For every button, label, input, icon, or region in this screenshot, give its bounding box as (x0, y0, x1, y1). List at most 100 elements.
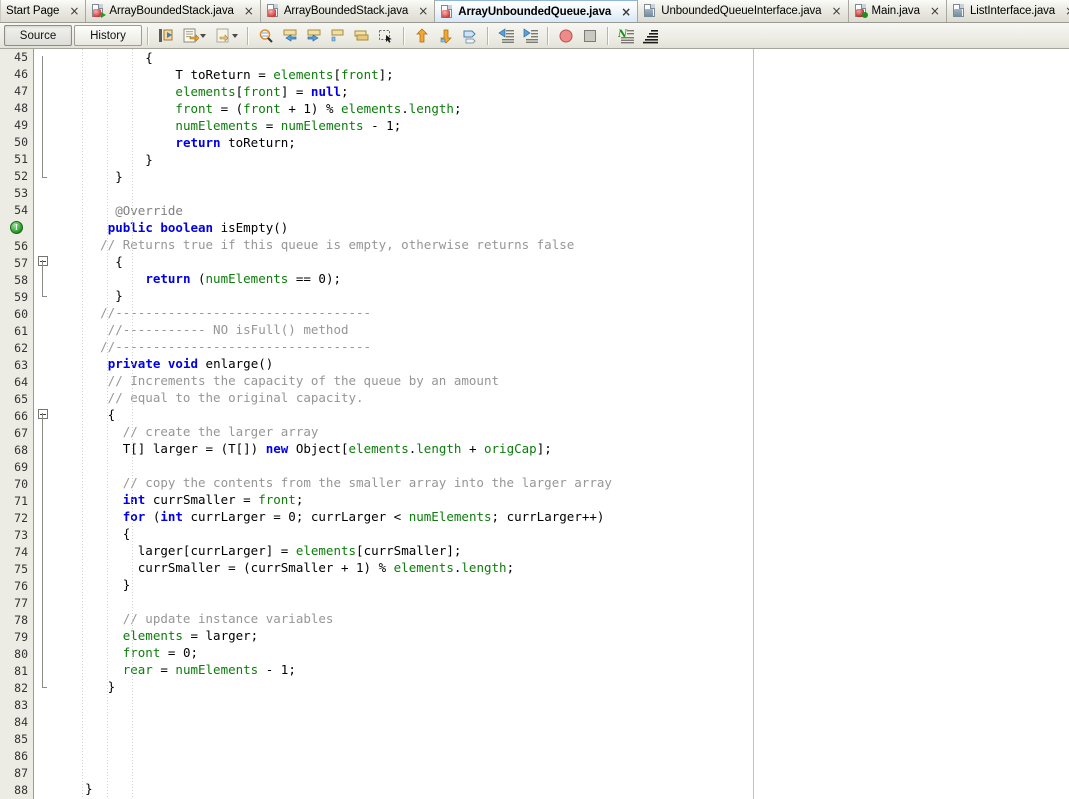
code-line[interactable] (55, 763, 1069, 780)
chevron-down-icon[interactable] (231, 33, 238, 38)
code-fold-gutter[interactable] (34, 49, 55, 799)
previous-bookmark-icon[interactable] (278, 24, 302, 47)
start-macro-recording-icon[interactable] (554, 24, 578, 47)
code-line[interactable]: // Increments the capacity of the queue … (55, 372, 1069, 389)
code-line[interactable]: // create the larger array (55, 423, 1069, 440)
comment-icon[interactable] (458, 24, 482, 47)
next-bookmark-icon[interactable] (302, 24, 326, 47)
code-line[interactable]: } (55, 151, 1069, 168)
code-token: numElements (205, 271, 289, 286)
code-line[interactable]: larger[currLarger] = elements[currSmalle… (55, 542, 1069, 559)
close-icon[interactable]: × (1065, 5, 1069, 17)
code-line[interactable]: for (int currLarger = 0; currLarger < nu… (55, 508, 1069, 525)
code-token: currSmaller = (145, 492, 259, 507)
editor-tab-arrayunboundedqueue-java[interactable]: ArrayUnboundedQueue.java × (435, 0, 639, 22)
code-line[interactable]: rear = numElements - 1; (55, 661, 1069, 678)
close-icon[interactable]: × (930, 5, 940, 17)
collapse-icon[interactable] (38, 409, 48, 419)
code-text-area[interactable]: { T toReturn = elements[front]; elements… (55, 49, 1069, 799)
code-line[interactable]: T[] larger = (T[]) new Object[elements.l… (55, 440, 1069, 457)
generate-code-icon[interactable] (210, 24, 242, 47)
fold-toggle[interactable] (34, 406, 54, 423)
close-icon[interactable]: × (831, 5, 841, 17)
code-line[interactable]: // copy the contents from the smaller ar… (55, 474, 1069, 491)
last-edit-icon[interactable] (154, 24, 178, 47)
code-line[interactable]: // Returns true if this queue is empty, … (55, 236, 1069, 253)
code-line[interactable]: public boolean isEmpty() (55, 219, 1069, 236)
code-token: numElements (175, 118, 259, 133)
code-token: //----------- NO isFull() method (55, 322, 349, 337)
chevron-down-icon[interactable] (199, 33, 206, 38)
code-line[interactable]: currSmaller = (currSmaller + 1) % elemen… (55, 559, 1069, 576)
previous-error-icon[interactable] (350, 24, 374, 47)
shift-line-down-icon[interactable] (434, 24, 458, 47)
editor-tab-arrayboundedstack-java[interactable]: ArrayBoundedStack.java × (86, 0, 261, 22)
code-line[interactable]: // equal to the original capacity. (55, 389, 1069, 406)
code-line[interactable] (55, 712, 1069, 729)
code-line[interactable] (55, 185, 1069, 202)
toggle-rectangular-selection-icon[interactable] (374, 24, 398, 47)
implements-method-icon[interactable]: I (0, 221, 33, 238)
refactor-icon[interactable] (178, 24, 210, 47)
tab-source[interactable]: Source (4, 25, 72, 46)
inspect-icon[interactable]: N (614, 24, 638, 47)
code-token: front (243, 101, 281, 116)
code-line[interactable] (55, 729, 1069, 746)
code-line[interactable]: //---------------------------------- (55, 338, 1069, 355)
code-line[interactable] (55, 695, 1069, 712)
find-selection-icon[interactable] (254, 24, 278, 47)
code-token: length (416, 441, 462, 456)
code-line[interactable]: elements[front] = null; (55, 83, 1069, 100)
code-line[interactable]: return toReturn; (55, 134, 1069, 151)
code-line[interactable]: private void enlarge() (55, 355, 1069, 372)
code-line[interactable]: } (55, 168, 1069, 185)
code-line[interactable]: //---------------------------------- (55, 304, 1069, 321)
shift-line-left-icon[interactable] (494, 24, 518, 47)
editor-tab-start-page[interactable]: Start Page × (0, 0, 87, 22)
editor-tab-main-java[interactable]: Main.java × (848, 0, 947, 22)
code-line[interactable]: T toReturn = elements[front]; (55, 66, 1069, 83)
code-line[interactable]: return (numElements == 0); (55, 270, 1069, 287)
format-icon[interactable] (638, 24, 662, 47)
code-line[interactable]: { (55, 49, 1069, 66)
code-line[interactable]: elements = larger; (55, 627, 1069, 644)
toggle-bookmark-icon[interactable] (326, 24, 350, 47)
code-line[interactable]: } (55, 287, 1069, 304)
code-line[interactable]: { (55, 406, 1069, 423)
tab-history[interactable]: History (74, 25, 142, 46)
code-line[interactable] (55, 457, 1069, 474)
code-token: = (258, 118, 281, 133)
close-icon[interactable]: × (244, 5, 254, 17)
code-line[interactable]: } (55, 780, 1069, 797)
close-icon[interactable]: × (69, 5, 79, 17)
code-line[interactable]: } (55, 678, 1069, 695)
shift-line-right-icon[interactable] (518, 24, 542, 47)
code-line[interactable]: front = 0; (55, 644, 1069, 661)
code-line[interactable]: int currSmaller = front; (55, 491, 1069, 508)
editor-tab-unboundedqueueinterface-java[interactable]: UnboundedQueueInterface.java × (638, 0, 849, 22)
stop-macro-recording-icon[interactable] (578, 24, 602, 47)
collapse-icon[interactable] (38, 256, 48, 266)
close-icon[interactable]: × (621, 6, 631, 18)
shift-line-up-icon[interactable] (410, 24, 434, 47)
code-line[interactable]: { (55, 525, 1069, 542)
code-line[interactable] (55, 593, 1069, 610)
editor-tab-listinterface-java[interactable]: ListInterface.java × (946, 0, 1069, 22)
code-line[interactable]: front = (front + 1) % elements.length; (55, 100, 1069, 117)
code-line[interactable]: numElements = numElements - 1; (55, 117, 1069, 134)
code-line[interactable]: // update instance variables (55, 610, 1069, 627)
code-line[interactable]: @Override (55, 202, 1069, 219)
code-token: front (122, 645, 161, 660)
code-editor[interactable]: 45 46 47 48 49 50 51 52 53 54 I 56 57 58 59 60 61 62 63 64 6… (0, 49, 1069, 799)
code-line[interactable]: //----------- NO isFull() method (55, 321, 1069, 338)
line-number-gutter[interactable]: 45 46 47 48 49 50 51 52 53 54 I 56 57 58 59 60 61 62 63 64 6… (0, 49, 34, 799)
code-line[interactable]: } (55, 576, 1069, 593)
code-line[interactable] (55, 746, 1069, 763)
code-line[interactable]: { (55, 253, 1069, 270)
editor-tab-arrayboundedstack-java[interactable]: ArrayBoundedStack.java × (260, 0, 436, 22)
code-token: [currSmaller]; (356, 543, 462, 558)
close-icon[interactable]: × (418, 5, 428, 17)
fold-toggle[interactable] (34, 253, 54, 270)
